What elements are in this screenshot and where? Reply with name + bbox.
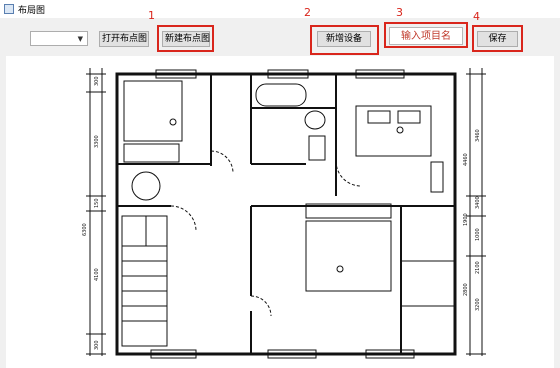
dim-right-1: 3460 xyxy=(475,129,481,142)
dim-left-3: 150 xyxy=(94,198,100,208)
open-layout-button[interactable]: 打开布点图 xyxy=(99,31,149,47)
layout-canvas[interactable]: 300 3300 150 6300 4100 300 3460 3400 100… xyxy=(6,56,554,368)
outer-wall xyxy=(115,72,457,356)
dim-right-inner-2: 1900 xyxy=(463,213,469,226)
dim-right-inner-3: 2800 xyxy=(463,283,469,296)
annotation-3: 3 xyxy=(396,6,403,19)
add-device-button[interactable]: 新增设备 xyxy=(317,31,371,47)
dim-left-1: 300 xyxy=(94,76,100,86)
new-layout-button[interactable]: 新建布点图 xyxy=(162,31,210,47)
dim-left-5: 4100 xyxy=(94,268,100,281)
chevron-down-icon: ▼ xyxy=(77,35,83,43)
app-icon xyxy=(4,4,14,14)
annotation-1: 1 xyxy=(148,9,155,22)
dim-right-inner-1: 4460 xyxy=(463,153,469,166)
annotation-4: 4 xyxy=(473,10,480,23)
save-button[interactable]: 保存 xyxy=(477,31,518,47)
layout-select[interactable]: ▼ xyxy=(30,31,88,46)
dim-left-6: 300 xyxy=(94,340,100,350)
dim-right-2: 3400 xyxy=(475,196,481,209)
dim-right-3: 1000 xyxy=(475,228,481,241)
dim-left-4: 6300 xyxy=(82,223,88,236)
floor-plan-drawing: 300 3300 150 6300 4100 300 3460 3400 100… xyxy=(82,68,486,359)
dim-right-5: 3200 xyxy=(475,298,481,311)
window-title: 布局图 xyxy=(18,6,46,16)
project-name-input[interactable] xyxy=(394,29,458,43)
project-name-field[interactable] xyxy=(389,27,463,45)
annotation-2: 2 xyxy=(304,6,311,19)
dim-left-2: 3300 xyxy=(94,135,100,148)
dim-right-4: 2100 xyxy=(475,261,481,274)
